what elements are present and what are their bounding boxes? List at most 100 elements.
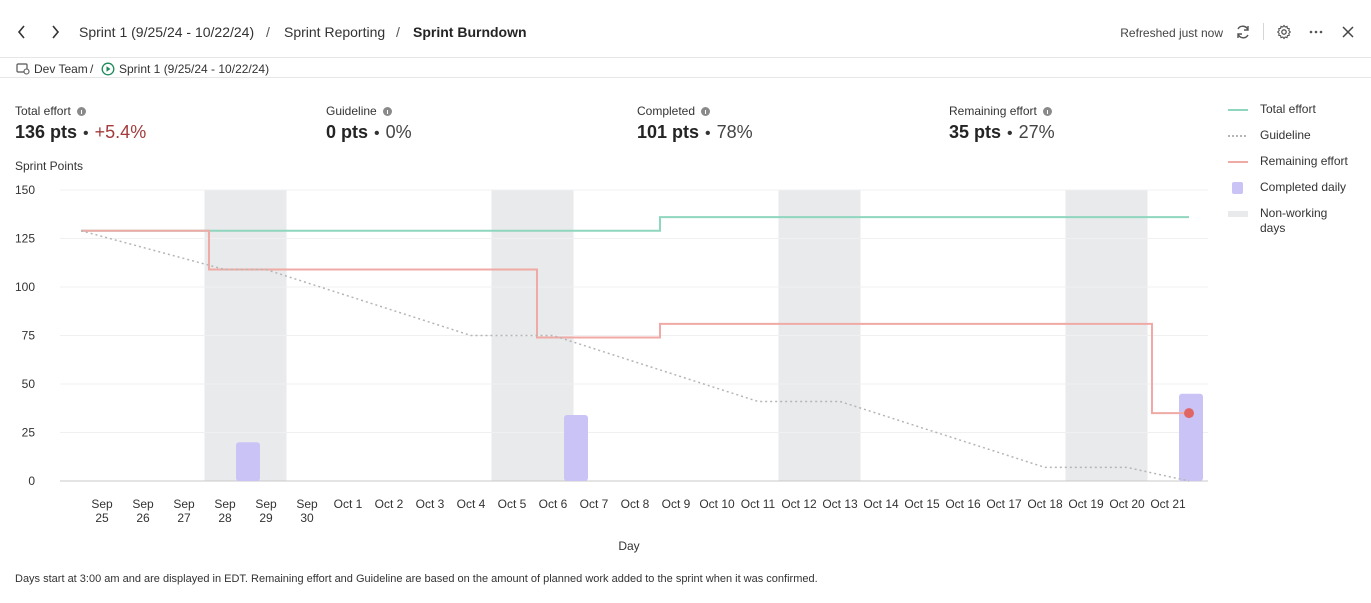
info-icon[interactable] [382, 106, 392, 116]
footnote: Days start at 3:00 am and are displayed … [15, 573, 818, 585]
y-tick-label: 150 [15, 183, 35, 197]
x-tick-label: Oct 10 [699, 497, 735, 511]
x-tick-label: Sep [296, 497, 318, 511]
legend-swatch [1228, 206, 1248, 222]
x-tick-label: Oct 21 [1150, 497, 1186, 511]
x-tick-label: Sep [173, 497, 195, 511]
stat-separator: • [1007, 125, 1013, 142]
close-icon [1342, 26, 1354, 38]
more-icon [1309, 30, 1323, 34]
gear-icon [1276, 24, 1292, 40]
info-icon[interactable] [1042, 106, 1052, 116]
y-axis-title: Sprint Points [15, 159, 83, 173]
y-tick-label: 25 [22, 426, 36, 440]
x-tick-label: Oct 4 [457, 497, 486, 511]
legend-label: Guideline [1260, 128, 1311, 142]
sprint-play-icon [101, 62, 115, 76]
refresh-status: Refreshed just now [1120, 26, 1223, 40]
completed-daily-bar [236, 442, 260, 481]
stat-value: 101 pts [637, 122, 700, 142]
x-tick-label: Oct 15 [904, 497, 940, 511]
legend-item-total-effort[interactable]: Total effort [1228, 102, 1368, 118]
team-separator: / [90, 62, 94, 76]
x-tick-label: Oct 6 [539, 497, 568, 511]
forward-button[interactable] [44, 20, 66, 44]
legend-label: Remaining effort [1260, 154, 1348, 168]
x-tick-label: Sep [132, 497, 154, 511]
stat-value: 136 pts [15, 122, 78, 142]
legend-item-remaining-effort[interactable]: Remaining effort [1228, 154, 1368, 170]
y-tick-label: 100 [15, 280, 35, 294]
stat-percent: 78% [716, 122, 753, 142]
y-tick-label: 125 [15, 232, 35, 246]
x-tick-label: 29 [259, 511, 273, 525]
context-bar: Dev Team / Sprint 1 (9/25/24 - 10/22/24) [0, 58, 1371, 78]
stat-separator: • [705, 125, 711, 142]
breadcrumb-sprint-reporting[interactable]: Sprint Reporting [284, 24, 385, 40]
stat-label: Completed [637, 104, 696, 118]
x-tick-label: Oct 9 [662, 497, 691, 511]
legend-label: Completed daily [1260, 180, 1347, 194]
x-tick-label: Oct 5 [498, 497, 527, 511]
x-tick-label: Oct 11 [741, 497, 776, 511]
x-tick-label: Sep [255, 497, 277, 511]
x-tick-label: Oct 19 [1068, 497, 1104, 511]
x-tick-label: Oct 2 [375, 497, 404, 511]
x-tick-label: 26 [136, 511, 150, 525]
legend-item-completed-daily[interactable]: Completed daily [1228, 180, 1368, 196]
legend-item-non-working-days[interactable]: Non-working days [1228, 206, 1368, 236]
x-axis-title: Day [618, 539, 639, 553]
sprint-name: Sprint 1 (9/25/24 - 10/22/24) [119, 62, 270, 76]
x-tick-label: Oct 8 [621, 497, 650, 511]
info-icon[interactable] [701, 106, 711, 116]
stat-guideline: Guideline 0 pts • 0% [326, 104, 412, 143]
settings-button[interactable] [1274, 22, 1294, 42]
info-icon[interactable] [76, 106, 86, 116]
x-tick-label: Oct 13 [822, 497, 858, 511]
chevron-right-icon [52, 25, 60, 39]
back-button[interactable] [11, 20, 33, 44]
x-tick-label: 25 [95, 511, 109, 525]
breadcrumb-separator: / [266, 24, 270, 40]
x-tick-label: Oct 12 [781, 497, 817, 511]
legend-swatch [1228, 180, 1248, 196]
stat-remaining-effort: Remaining effort 35 pts • 27% [949, 104, 1055, 143]
y-tick-label: 75 [22, 329, 36, 343]
x-tick-label: 28 [218, 511, 232, 525]
legend-swatch [1228, 102, 1248, 118]
refresh-button[interactable] [1233, 22, 1253, 42]
legend-swatch [1228, 154, 1248, 170]
breadcrumb-sprint[interactable]: Sprint 1 (9/25/24 - 10/22/24) [79, 24, 254, 40]
more-options-button[interactable] [1306, 22, 1326, 42]
stat-value: 0 pts [326, 122, 369, 142]
stat-separator: • [83, 125, 89, 142]
stat-separator: • [374, 125, 380, 142]
stat-label: Remaining effort [949, 104, 1037, 118]
x-tick-label: Oct 20 [1109, 497, 1145, 511]
x-tick-label: 27 [177, 511, 191, 525]
stat-completed: Completed 101 pts • 78% [637, 104, 753, 143]
x-tick-label: Sep [91, 497, 113, 511]
stat-total-effort: Total effort 136 pts • +5.4% [15, 104, 146, 143]
legend-item-guideline[interactable]: Guideline [1228, 128, 1368, 144]
current-remaining-marker [1184, 408, 1194, 419]
legend-label: Total effort [1260, 102, 1316, 116]
close-button[interactable] [1338, 22, 1358, 42]
team-name: Dev Team [34, 62, 88, 76]
refresh-icon [1237, 25, 1249, 39]
x-tick-label: 30 [300, 511, 314, 525]
header-divider [1263, 23, 1264, 40]
stat-label: Guideline [326, 104, 377, 118]
sprint-link[interactable]: Sprint 1 (9/25/24 - 10/22/24) [101, 62, 269, 76]
chevron-left-icon [17, 25, 25, 39]
y-tick-label: 0 [28, 474, 35, 488]
legend-swatch [1228, 128, 1248, 144]
team-link[interactable]: Dev Team [16, 62, 88, 76]
y-tick-label: 50 [22, 377, 36, 391]
burndown-chart: 0255075100125150Sprint PointsSep25Sep26S… [15, 159, 1208, 553]
header-bar: Sprint 1 (9/25/24 - 10/22/24) / Sprint R… [0, 0, 1371, 58]
x-tick-label: Oct 14 [863, 497, 899, 511]
completed-daily-bar [1179, 393, 1203, 481]
x-tick-label: Oct 17 [986, 497, 1022, 511]
breadcrumb-separator: / [396, 24, 400, 40]
